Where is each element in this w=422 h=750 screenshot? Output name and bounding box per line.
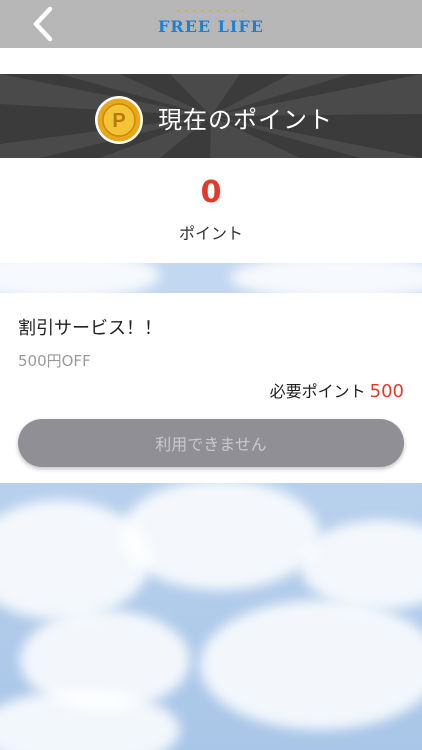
point-coin-icon: P: [94, 95, 144, 149]
logo-text: FREE LIFE: [158, 17, 264, 36]
coin-letter: P: [112, 110, 125, 132]
use-service-button[interactable]: 利用できません: [18, 419, 404, 467]
logo-tagline: ・・・・・・・・・: [175, 7, 247, 15]
required-points-row: 必要ポイント 500: [270, 378, 404, 402]
header-spacer: [0, 48, 422, 74]
points-unit: ポイント: [178, 224, 243, 243]
service-description: 500円OFF: [18, 352, 91, 370]
required-points-value: 500: [369, 381, 404, 402]
points-title: 現在のポイント: [158, 106, 333, 134]
points-card: [0, 158, 422, 263]
points-value: 0: [200, 175, 222, 210]
service-title: 割引サービス！！: [18, 318, 162, 339]
top-bar: ・・・・・・・・・ FREE LIFE: [0, 0, 422, 48]
required-points-label: 必要ポイント: [269, 382, 366, 401]
app-logo: ・・・・・・・・・ FREE LIFE: [0, 6, 422, 36]
